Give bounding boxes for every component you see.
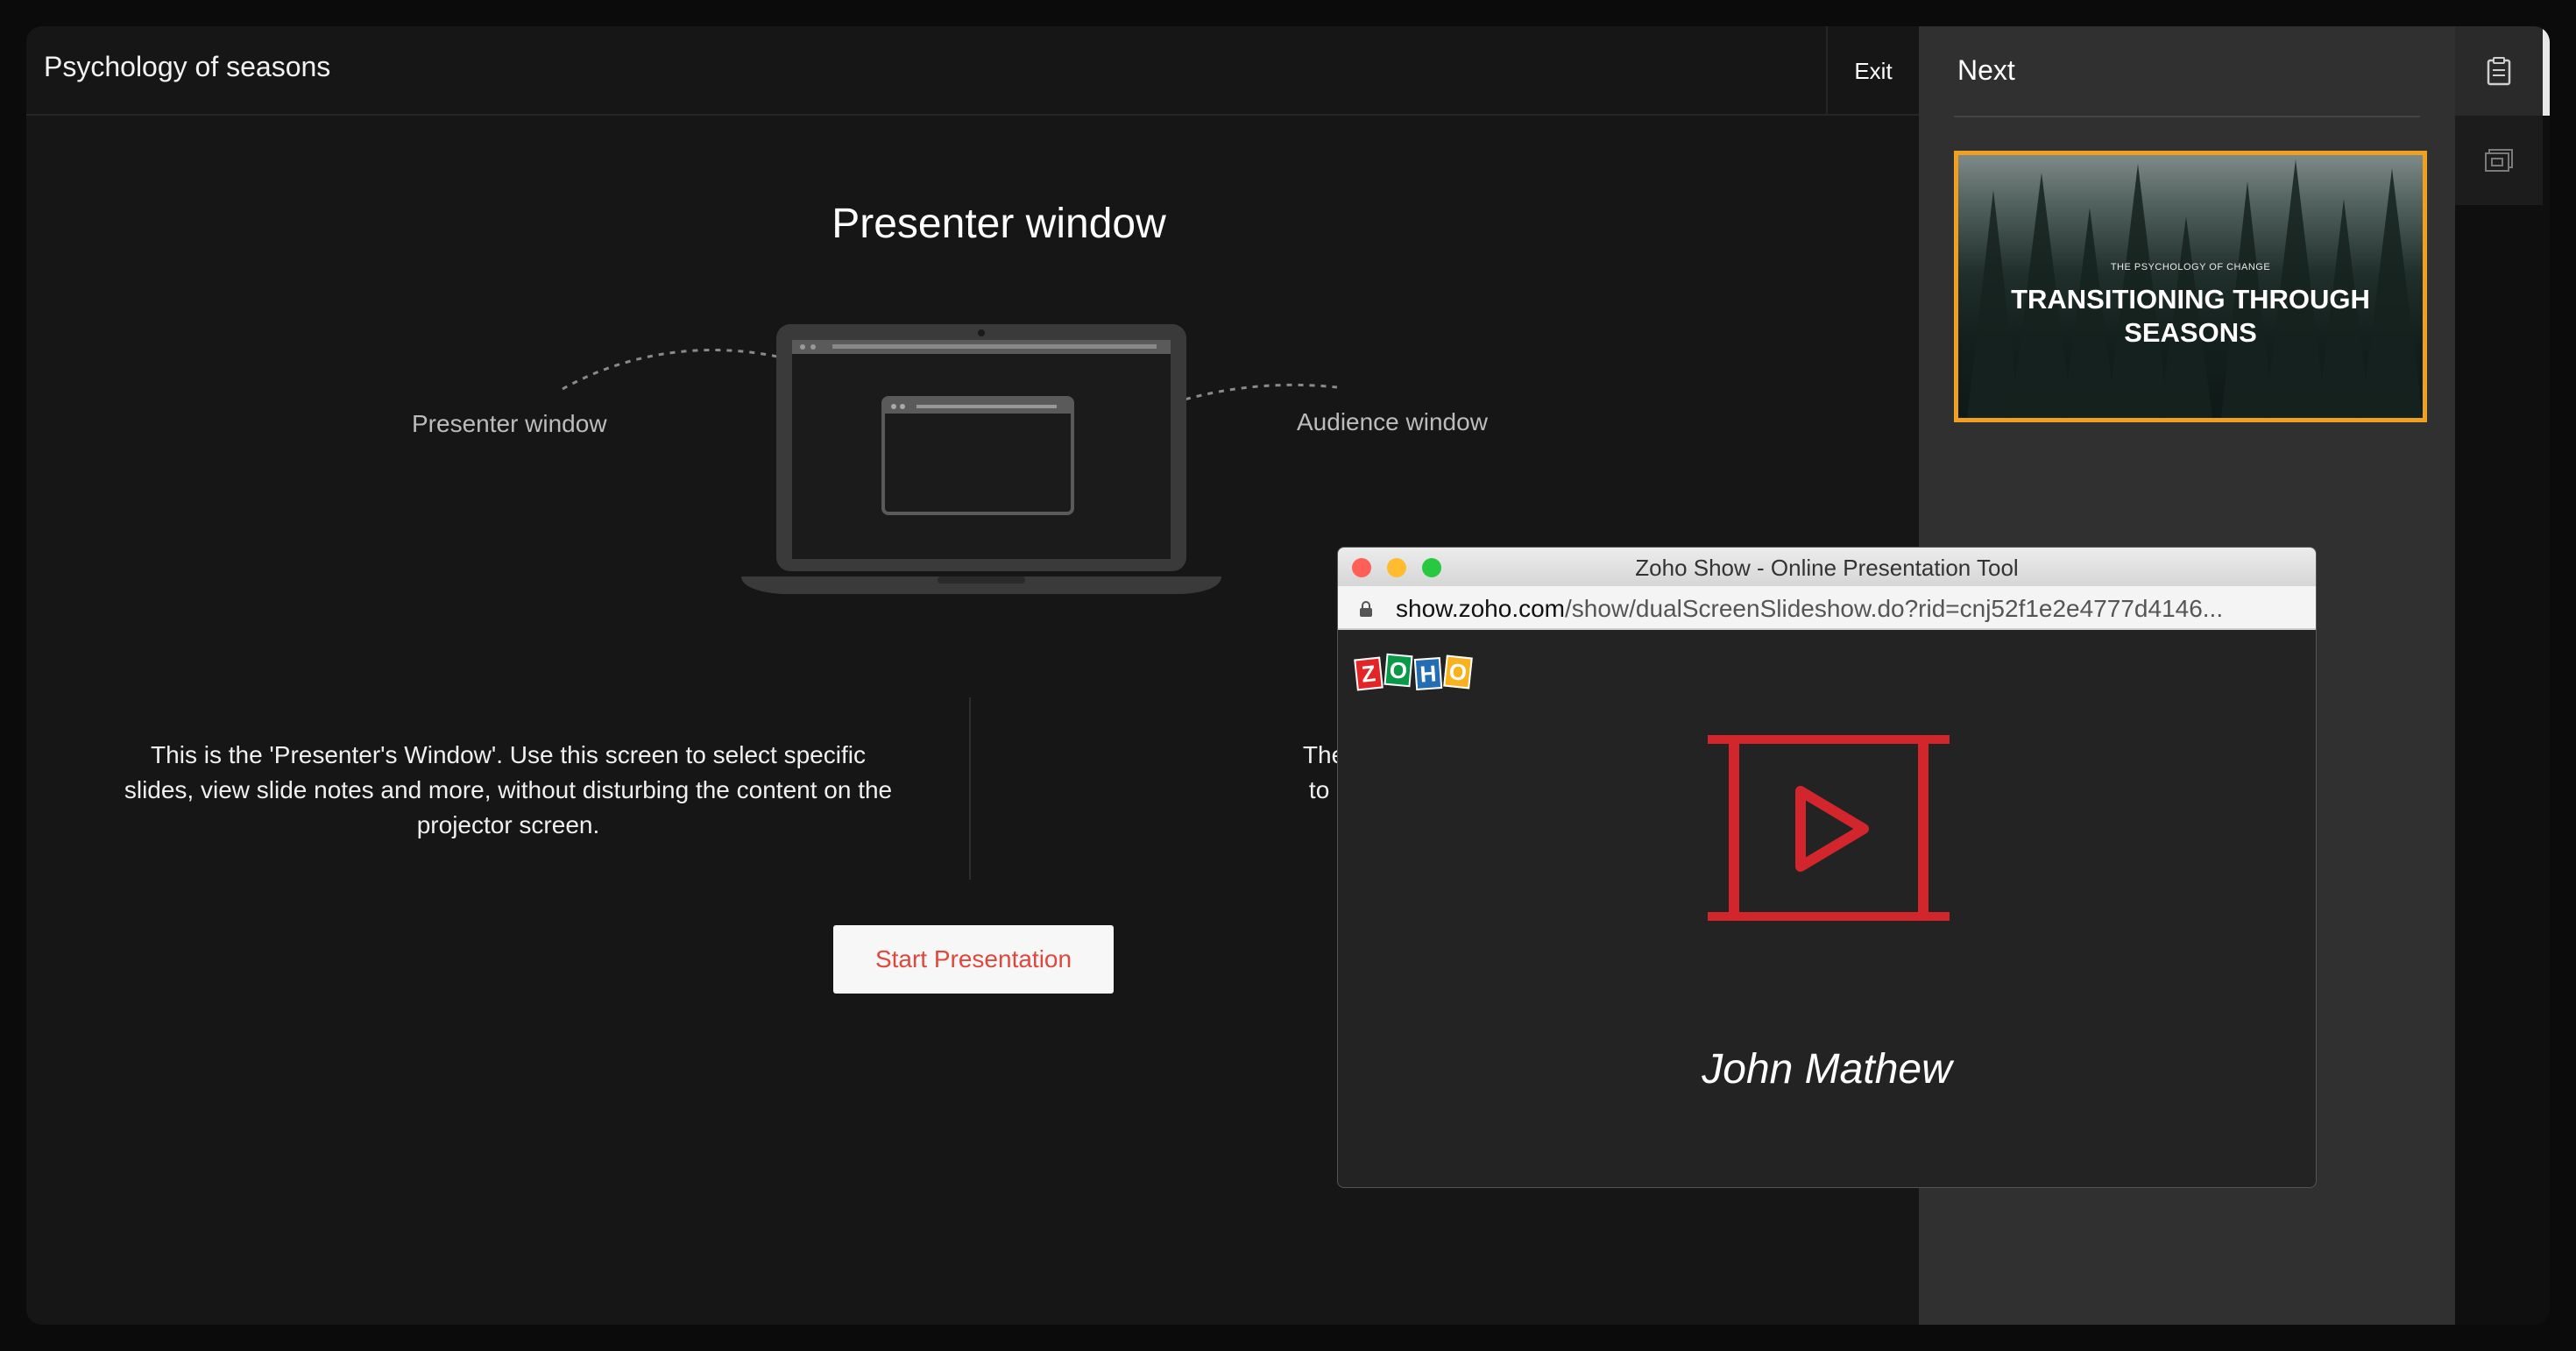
page-title: Presenter window: [832, 201, 1166, 247]
presenter-window-label: Presenter window: [412, 410, 607, 437]
notes-icon: [2487, 57, 2511, 86]
address-bar[interactable]: show.zoho.com/show/dualScreenSlideshow.d…: [1338, 586, 2316, 630]
next-label: Next: [1957, 54, 2015, 86]
url-path: /show/dualScreenSlideshow.do?rid=cnj52f1…: [1565, 595, 2224, 622]
divider: [1954, 116, 2420, 117]
app-frame: Psychology of seasons Exit Presenter win…: [26, 26, 2550, 1325]
top-bar: Psychology of seasons Exit: [26, 26, 1919, 116]
audience-browser-window: Zoho Show - Online Presentation Tool sho…: [1337, 547, 2317, 1188]
url-host: show.zoho.com: [1396, 595, 1565, 622]
presenter-description: This is the 'Presenter's Window'. Use th…: [124, 741, 893, 838]
lock-icon: [1360, 601, 1372, 617]
slide-title-line: TRANSITIONING THROUGH: [2011, 284, 2370, 315]
presenter-name: John Mathew: [1702, 1046, 1952, 1093]
audience-window-label: Audience window: [1297, 408, 1488, 435]
play-presentation-icon: [1708, 735, 1950, 921]
divider: [969, 697, 971, 880]
exit-button[interactable]: Exit: [1828, 26, 1919, 116]
slides-button[interactable]: [2455, 116, 2543, 205]
slide-title: TRANSITIONING THROUGH SEASONS: [1958, 283, 2423, 350]
slides-icon: [2485, 149, 2513, 172]
logo-letter: H: [1413, 656, 1443, 691]
slide-kicker: THE PSYCHOLOGY OF CHANGE: [2110, 262, 2271, 272]
document-title: Psychology of seasons: [44, 51, 331, 82]
window-title: Zoho Show - Online Presentation Tool: [1635, 555, 2019, 581]
slide-title-line: SEASONS: [2124, 317, 2257, 348]
window-titlebar[interactable]: Zoho Show - Online Presentation Tool: [1338, 548, 2316, 586]
next-slide-thumbnail[interactable]: THE PSYCHOLOGY OF CHANGE TRANSITIONING T…: [1954, 151, 2427, 422]
side-rail: [2455, 26, 2550, 1325]
notes-button[interactable]: [2455, 26, 2543, 116]
logo-letter: Z: [1354, 656, 1384, 691]
url-text: show.zoho.com/show/dualScreenSlideshow.d…: [1396, 595, 2223, 623]
start-presentation-button[interactable]: Start Presentation: [833, 925, 1114, 994]
logo-letter: O: [1443, 654, 1473, 690]
logo-letter: O: [1384, 653, 1413, 688]
scroll-edge: [2543, 26, 2550, 116]
